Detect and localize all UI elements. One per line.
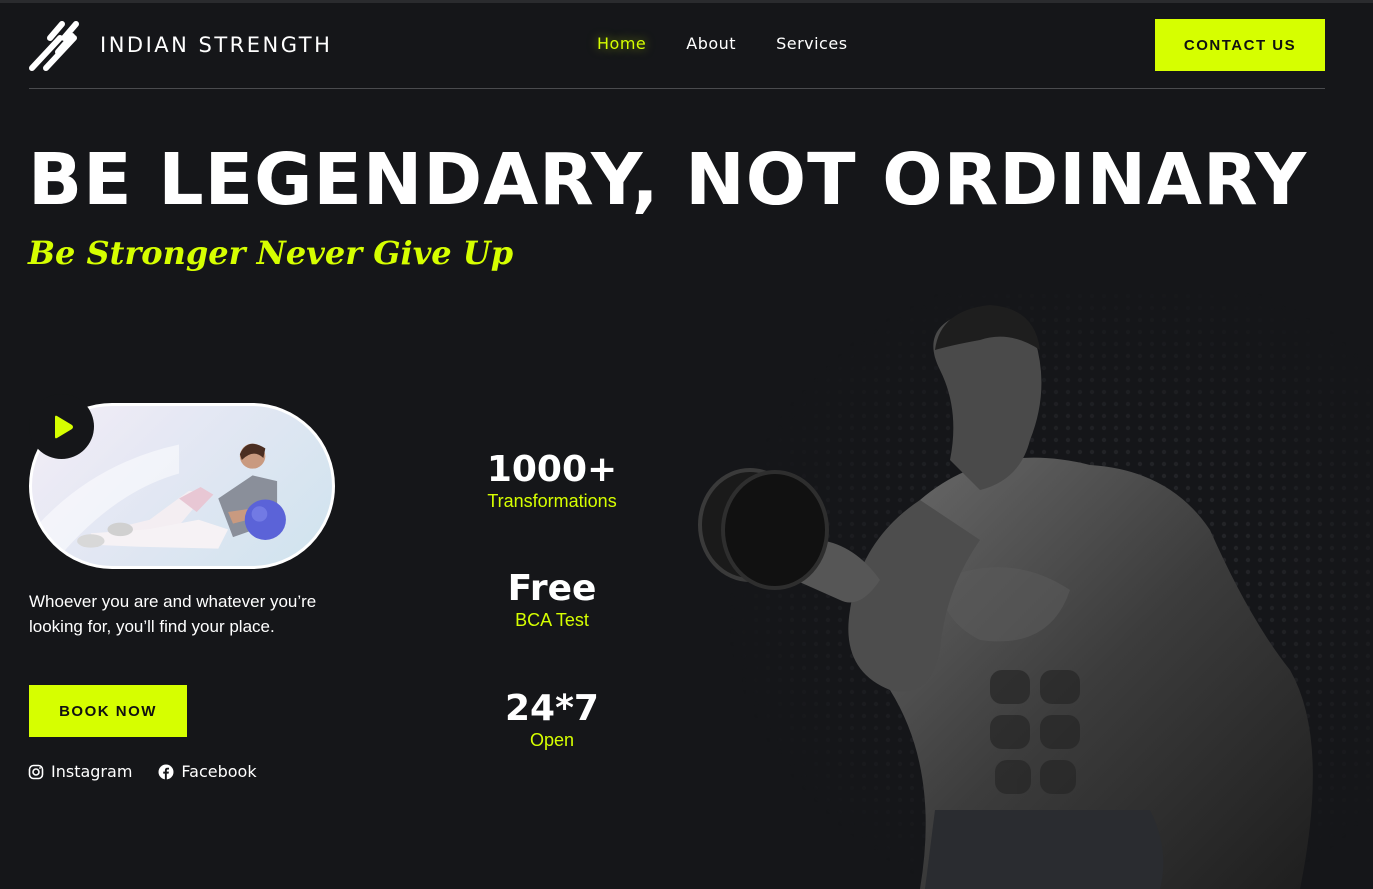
stat-label: Transformations <box>487 491 617 511</box>
header-divider <box>29 88 1325 89</box>
stat-open-hours: 24*7 Open <box>452 689 652 751</box>
hero-tagline: Be Stronger Never Give Up <box>28 234 514 272</box>
bodybuilder-image <box>690 290 1373 889</box>
social-link-instagram[interactable]: Instagram <box>28 762 132 781</box>
stat-value: 1000+ <box>486 449 618 490</box>
stat-value: Free <box>507 568 597 609</box>
stat-label: Open <box>529 730 575 750</box>
stat-value: 24*7 <box>505 688 599 729</box>
top-border <box>0 0 1373 3</box>
play-icon <box>54 415 73 438</box>
social-link-facebook[interactable]: Facebook <box>158 762 257 781</box>
nav-item-about[interactable]: About <box>686 34 736 53</box>
book-now-button[interactable]: BOOK NOW <box>29 685 187 737</box>
contact-us-button[interactable]: CONTACT US <box>1155 19 1325 71</box>
social-links: Instagram Facebook <box>28 762 257 781</box>
nav-item-home[interactable]: Home <box>597 34 646 53</box>
social-label-instagram: Instagram <box>51 762 133 781</box>
hero-headline: BE LEGENDARY, NOT ORDINARY <box>28 138 1308 221</box>
slash-stripes-logo-icon <box>29 21 79 71</box>
stat-label: BCA Test <box>515 610 589 630</box>
social-label-facebook: Facebook <box>181 762 257 781</box>
stat-bca-test: Free BCA Test <box>452 569 652 631</box>
nav-item-services[interactable]: Services <box>776 34 847 53</box>
main-nav: Home About Services <box>597 34 848 53</box>
brand-name: INDIAN STRENGTH <box>100 33 333 57</box>
stat-transformations: 1000+ Transformations <box>452 450 652 512</box>
facebook-icon <box>158 764 174 779</box>
brand-logo[interactable]: INDIAN STRENGTH <box>28 18 332 72</box>
instagram-icon <box>28 764 44 779</box>
hero-description: Whoever you are and whatever you’re look… <box>29 592 317 636</box>
play-button[interactable] <box>29 394 94 459</box>
